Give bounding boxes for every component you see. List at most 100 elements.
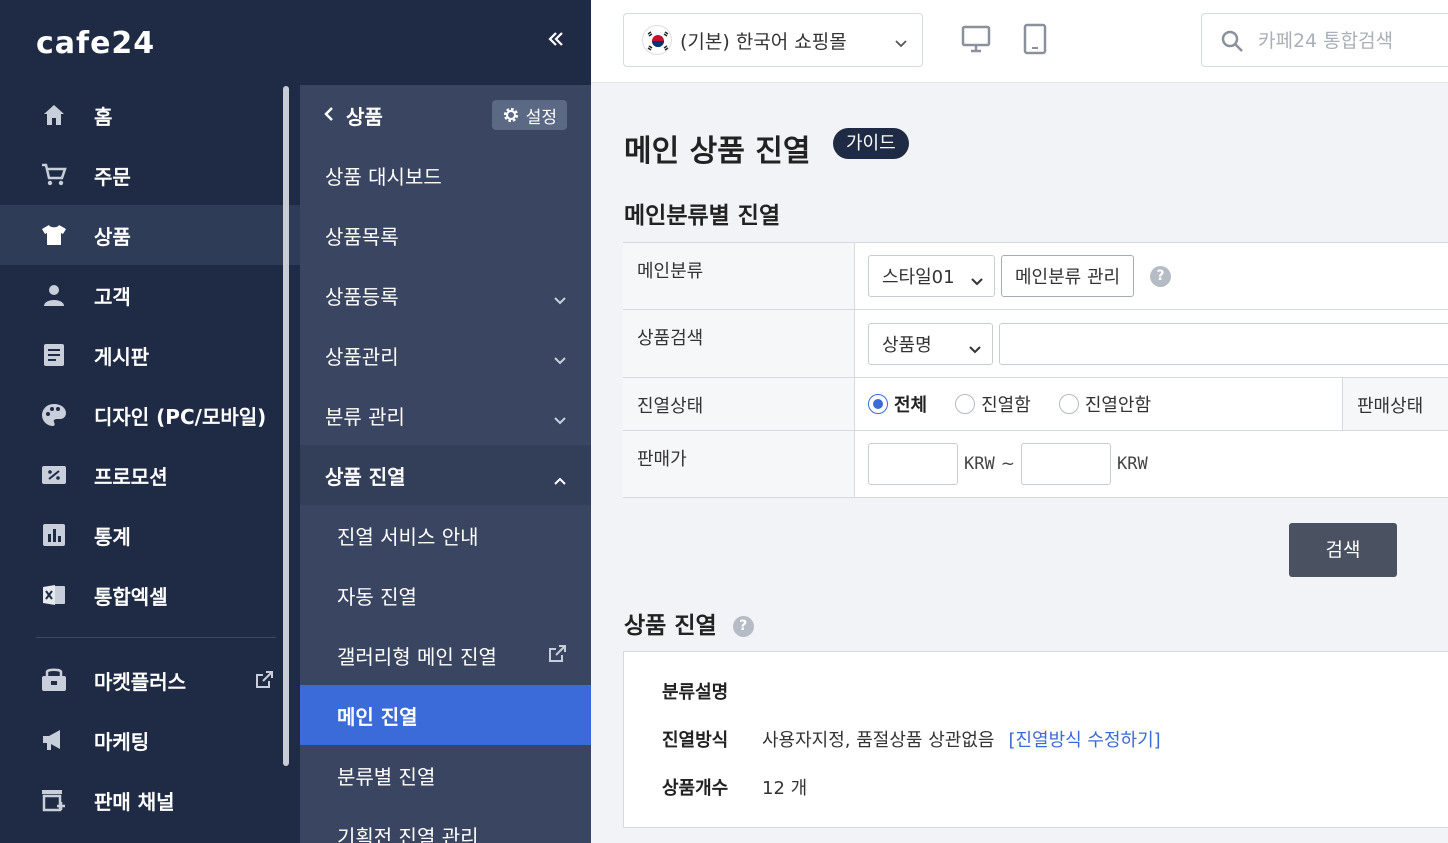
subnav-item-auto[interactable]: 자동 진열 <box>300 565 591 625</box>
subnav-item-guide[interactable]: 진열 서비스 안내 <box>300 505 591 565</box>
subnav-item-label: 진열 서비스 안내 <box>337 524 479 549</box>
help-icon[interactable]: ? <box>732 616 754 637</box>
subnav-item-label: 갤러리형 메인 진열 <box>337 644 497 669</box>
main-content: 메인 상품 진열 가이드 메인분류별 진열 메인분류 스타일01 메인분류 관리… <box>591 84 1448 843</box>
secondary-sidebar: 상품 설정 상품 대시보드 상품목록 상품등록 상품관리 분류 관리 상품 진열 <box>300 0 591 843</box>
sidebar-item-label: 마케팅 <box>94 729 150 754</box>
guide-button[interactable]: 가이드 <box>833 128 909 159</box>
sidebar-item-marketing[interactable]: 마케팅 <box>0 710 300 770</box>
search-icon <box>1220 29 1244 57</box>
subnav-title: 상품 <box>346 104 383 129</box>
back-chevron-icon[interactable] <box>324 105 334 126</box>
search-field-value: 상품명 <box>882 334 932 356</box>
info-value: 사용자지정, 품절상품 상관없음 <box>762 730 995 751</box>
gear-icon <box>503 107 518 123</box>
currency-label: KRW <box>1116 454 1148 474</box>
chevron-down-icon <box>553 287 567 311</box>
sidebar-item-label: 통계 <box>94 524 131 549</box>
radio-displayed[interactable]: 진열함 <box>955 391 1031 417</box>
cafe24-logo[interactable]: cafe24 <box>36 26 155 61</box>
sidebar-scrollbar[interactable] <box>283 86 289 766</box>
shop-select[interactable]: (기본) 한국어 쇼핑몰 <box>623 13 923 67</box>
help-icon[interactable]: ? <box>1150 265 1172 287</box>
sidebar-item-label: 마켓플러스 <box>94 669 186 694</box>
channel-icon <box>40 786 68 814</box>
sidebar-item-customer[interactable]: 고객 <box>0 265 300 325</box>
display-info-box: 분류설명 진열방식 사용자지정, 품절상품 상관없음 [진열방식 수정하기] 상… <box>623 651 1448 828</box>
shop-select-label: (기본) 한국어 쇼핑몰 <box>680 30 847 53</box>
sidebar-item-order[interactable]: 주문 <box>0 145 300 205</box>
subnav-item-main-display[interactable]: 메인 진열 <box>300 685 591 745</box>
filter-row-main-category: 메인분류 스타일01 메인분류 관리 ? <box>623 242 1448 310</box>
tshirt-icon <box>40 221 68 249</box>
sidebar-item-label: 게시판 <box>94 344 150 369</box>
megaphone-icon <box>40 726 68 754</box>
subnav-item-label: 상품목록 <box>325 224 399 249</box>
subnav-item-register[interactable]: 상품등록 <box>300 265 591 325</box>
subnav-item-label: 기획전 진열 관리 <box>337 824 479 843</box>
desktop-view-icon[interactable] <box>961 24 991 58</box>
page-title: 메인 상품 진열 <box>624 134 811 169</box>
filter-label: 메인분류 <box>623 243 855 309</box>
subnav-item-label: 상품 대시보드 <box>325 164 442 189</box>
market-icon <box>40 666 68 694</box>
filter-row-price: 판매가 KRW ~ KRW <box>623 431 1448 498</box>
info-label: 진열방식 <box>662 730 729 751</box>
range-tilde: ~ <box>1000 454 1015 474</box>
sidebar-item-design[interactable]: 디자인 (PC/모바일) <box>0 385 300 445</box>
secondary-nav: 상품 설정 상품 대시보드 상품목록 상품등록 상품관리 분류 관리 상품 진열 <box>300 85 591 843</box>
filter-label: 진열상태 <box>623 378 855 430</box>
subnav-item-category-display[interactable]: 분류별 진열 <box>300 745 591 805</box>
sidebar-item-label: 디자인 (PC/모바일) <box>94 404 267 429</box>
external-link-icon <box>254 670 274 694</box>
filter-row-display-status: 진열상태 전체 진열함 진열안함 판매상태 <box>623 378 1448 431</box>
edit-method-link[interactable]: [진열방식 수정하기] <box>1008 726 1160 752</box>
sidebar-item-board[interactable]: 게시판 <box>0 325 300 385</box>
sidebar-item-product[interactable]: 상품 <box>0 205 300 265</box>
subnav-item-label: 상품등록 <box>325 284 399 309</box>
subnav-item-gallery[interactable]: 갤러리형 메인 진열 <box>300 625 591 685</box>
sidebar-item-label: 통합엑셀 <box>94 584 168 609</box>
filter-label: 판매가 <box>623 431 855 497</box>
info-label: 분류설명 <box>662 682 729 703</box>
chevron-down-icon <box>553 407 567 431</box>
sidebar-item-marketplus[interactable]: 마켓플러스 <box>0 650 300 710</box>
sidebar-item-promotion[interactable]: 프로모션 <box>0 445 300 505</box>
subnav-item-label: 자동 진열 <box>337 584 417 609</box>
excel-icon <box>40 581 68 609</box>
subnav-item-category[interactable]: 분류 관리 <box>300 385 591 445</box>
mobile-view-icon[interactable] <box>1023 23 1047 59</box>
main-category-manage-button[interactable]: 메인분류 관리 <box>1001 255 1135 297</box>
subnav-subgroup: 진열 서비스 안내 자동 진열 갤러리형 메인 진열 메인 진열 분류별 진열 … <box>300 505 591 843</box>
product-search-input[interactable] <box>999 322 1448 365</box>
person-icon <box>40 281 68 309</box>
collapse-sidebar-button[interactable] <box>548 28 564 53</box>
price-min-input[interactable] <box>868 443 958 485</box>
subnav-item-list[interactable]: 상품목록 <box>300 205 591 265</box>
subnav-header: 상품 설정 <box>300 85 591 145</box>
sidebar-item-home[interactable]: 홈 <box>0 85 300 145</box>
sidebar-divider <box>36 637 276 638</box>
sidebar-item-stats[interactable]: 통계 <box>0 505 300 565</box>
subnav-group-display[interactable]: 상품 진열 <box>300 445 591 505</box>
subnav-item-label: 메인 진열 <box>337 704 418 729</box>
filter-row-product-search: 상품검색 상품명 <box>623 310 1448 378</box>
info-row-count: 상품개수 12 개 <box>662 774 807 800</box>
sidebar-item-channel[interactable]: 판매 채널 <box>0 770 300 830</box>
subnav-item-manage[interactable]: 상품관리 <box>300 325 591 385</box>
info-label: 상품개수 <box>662 778 729 799</box>
search-input[interactable] <box>1258 26 1448 56</box>
sidebar-item-label: 주문 <box>94 164 131 189</box>
main-category-select[interactable]: 스타일01 <box>868 255 995 297</box>
subnav-item-exhibition[interactable]: 기획전 진열 관리 <box>300 805 591 843</box>
price-max-input[interactable] <box>1020 443 1111 485</box>
subnav-item-dashboard[interactable]: 상품 대시보드 <box>300 145 591 205</box>
sidebar-item-excel[interactable]: 통합엑셀 <box>0 565 300 625</box>
section-title-product-display: 상품 진열 ? <box>624 606 754 640</box>
search-field-select[interactable]: 상품명 <box>868 322 993 365</box>
settings-button[interactable]: 설정 <box>491 100 567 130</box>
radio-not-displayed[interactable]: 진열안함 <box>1058 391 1151 417</box>
search-button[interactable]: 검색 <box>1289 523 1397 577</box>
radio-all[interactable]: 전체 <box>868 391 927 417</box>
subnav-item-label: 분류별 진열 <box>337 764 436 789</box>
